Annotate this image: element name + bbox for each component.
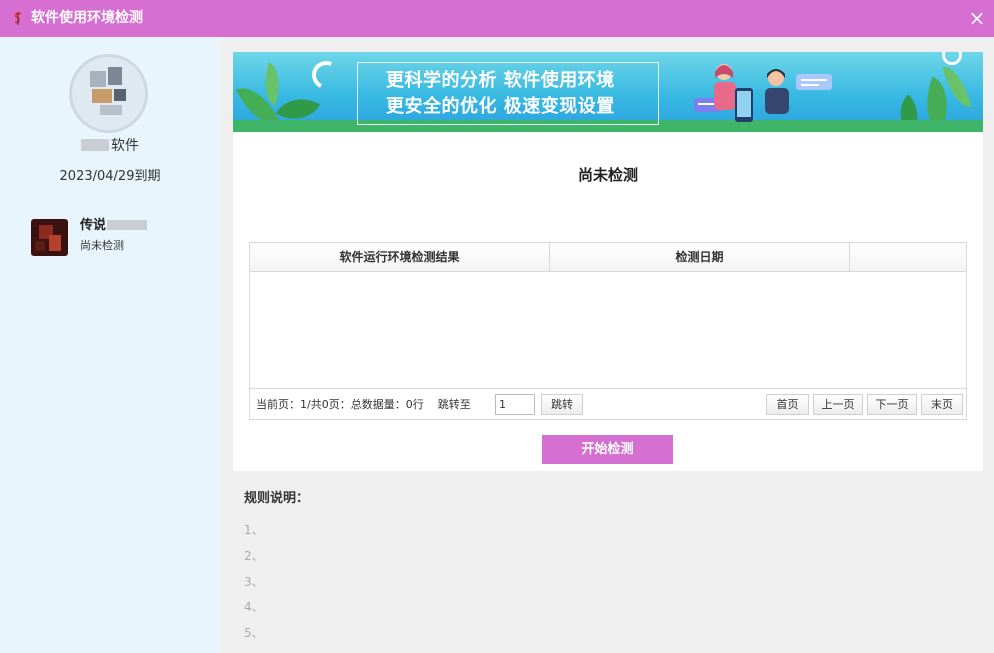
rules-title: 规则说明： [244, 491, 310, 506]
rule-item: 5、 [244, 626, 264, 640]
rule-item: 3、 [244, 575, 264, 589]
software-name: 软件 [0, 137, 220, 155]
prev-page-button[interactable]: 上一页 [813, 394, 863, 415]
jump-button[interactable]: 跳转 [541, 394, 583, 415]
start-detection-button[interactable]: 开始检测 [542, 435, 673, 464]
rule-item: 2、 [244, 549, 264, 563]
last-page-button[interactable]: 末页 [921, 394, 963, 415]
column-header-result[interactable]: 软件运行环境检测结果 [250, 243, 550, 272]
people-chat-illustration-icon [694, 64, 832, 122]
avatar [69, 54, 148, 133]
banner-text-box: 更科学的分析 软件使用环境 更安全的优化 极速变现设置 [357, 62, 659, 125]
rule-item: 1、 [244, 523, 264, 537]
detection-status-title: 尚未检测 [577, 166, 638, 184]
pager-info-text: 当前页：1/共0页：总数据量：0行 [256, 398, 424, 411]
banner-line-1: 更科学的分析 软件使用环境 [386, 70, 615, 91]
promo-banner: 更科学的分析 软件使用环境 更安全的优化 极速变现设置 [233, 52, 983, 132]
item-status: 尚未检测 [80, 239, 124, 252]
column-header-extra[interactable] [850, 243, 966, 272]
pager-info: 当前页：1/共0页：总数据量：0行 跳转至 [256, 398, 471, 412]
table-header: 软件运行环境检测结果 检测日期 [250, 243, 966, 272]
banner-line-2: 更安全的优化 极速变现设置 [386, 96, 615, 117]
loading-ring-icon [308, 57, 344, 93]
sidebar: 软件 2023/04/29到期 传说 尚未检测 [0, 37, 220, 653]
expiry-date: 2023/04/29到期 [59, 169, 161, 184]
title-bar: 软件使用环境检测 × [0, 0, 994, 37]
redacted-name-block [81, 139, 109, 151]
next-page-button[interactable]: 下一页 [867, 394, 917, 415]
window-title: 软件使用环境检测 [31, 10, 143, 26]
software-suffix: 软件 [111, 138, 139, 154]
item-name: 传说 [80, 218, 149, 234]
close-icon[interactable]: × [966, 7, 988, 29]
jump-label: 跳转至 [437, 398, 471, 411]
table-body [250, 273, 966, 389]
results-table: 软件运行环境检测结果 检测日期 当前页：1/共0页：总数据量：0行 跳转至 1 跳… [249, 242, 967, 420]
app-logo-icon [11, 11, 25, 26]
jump-page-input[interactable]: 1 [495, 394, 535, 415]
list-item[interactable]: 传说 尚未检测 [31, 218, 211, 256]
circle-decoration-icon [942, 52, 962, 65]
pagination: 当前页：1/共0页：总数据量：0行 跳转至 1 跳转 首页 上一页 下一页 末页 [250, 390, 966, 419]
first-page-button[interactable]: 首页 [766, 394, 809, 415]
main-panel: 更科学的分析 软件使用环境 更安全的优化 极速变现设置 尚未检测 软件运行环境检… [233, 52, 983, 471]
redacted-name-block [107, 220, 148, 230]
item-thumbnail [31, 219, 68, 256]
rule-item: 4、 [244, 600, 264, 614]
column-header-date[interactable]: 检测日期 [550, 243, 850, 272]
item-name-text: 传说 [80, 218, 107, 233]
